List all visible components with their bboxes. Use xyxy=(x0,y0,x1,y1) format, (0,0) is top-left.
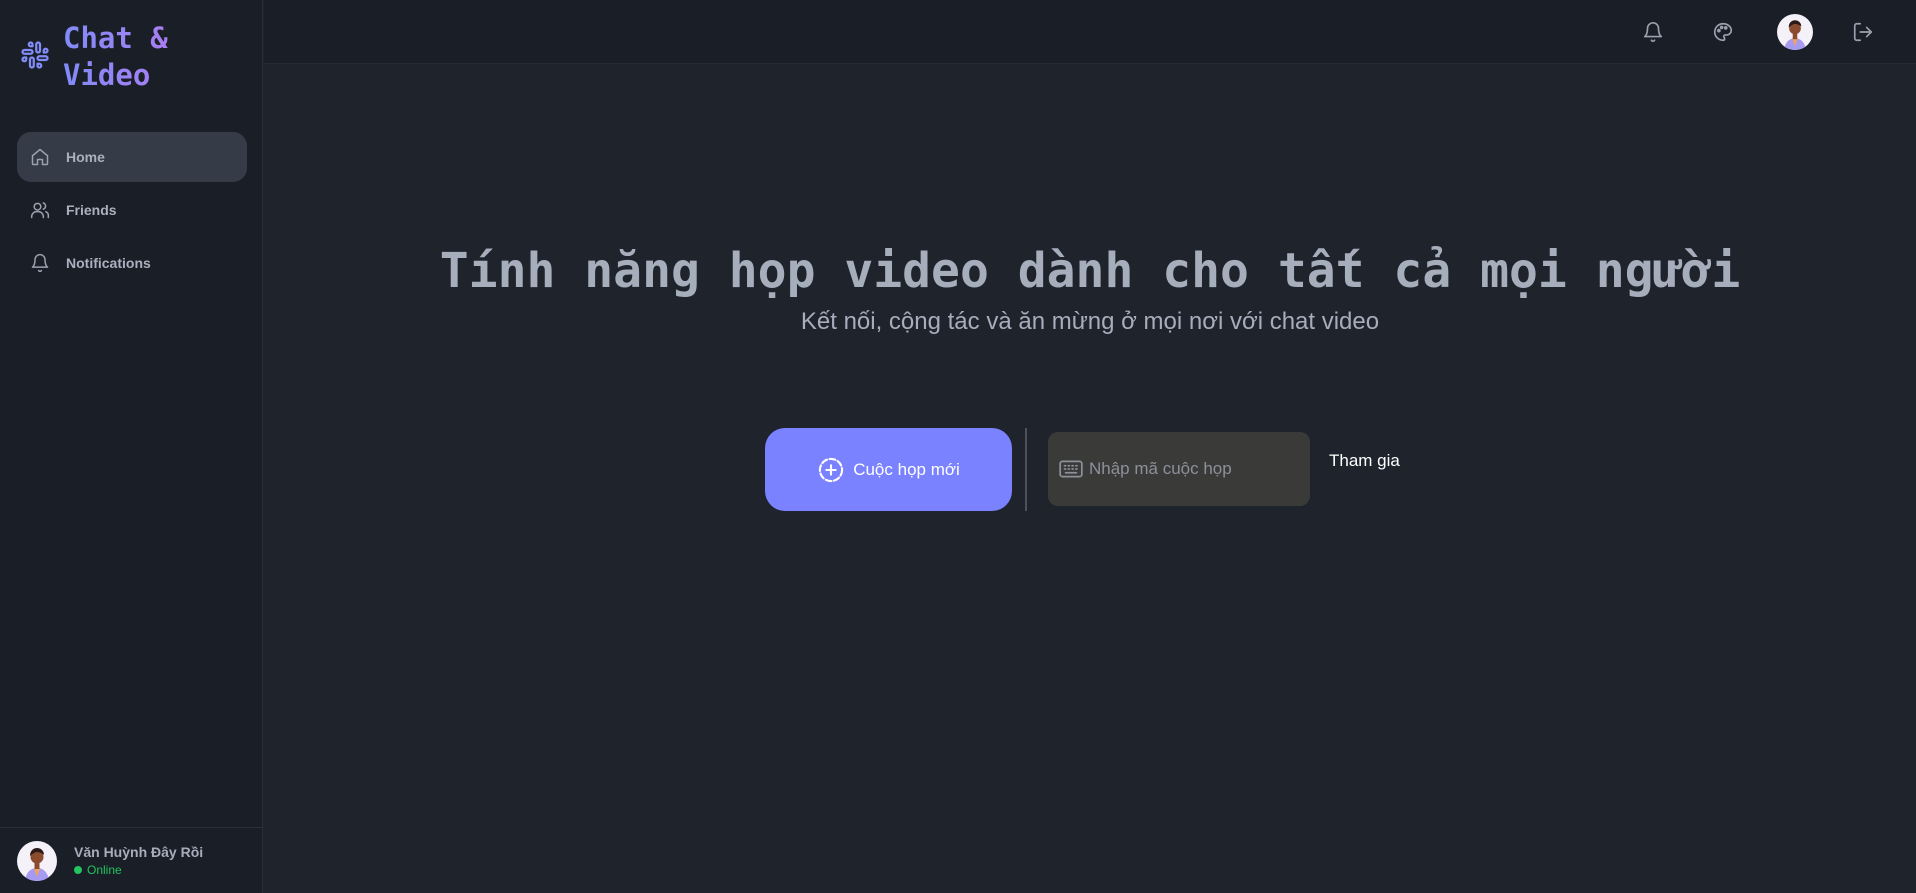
brand[interactable]: Chat & Video xyxy=(20,20,203,94)
bell-icon xyxy=(1643,22,1663,43)
add-circle-icon xyxy=(819,457,844,482)
page-subtitle: Kết nối, cộng tác và ăn mừng ở mọi nơi v… xyxy=(800,308,1380,335)
slack-hash-icon xyxy=(21,41,49,69)
users-icon xyxy=(30,202,50,219)
avatar xyxy=(17,840,57,881)
page-title: Tính năng họp video dành cho tất cả mọi … xyxy=(439,243,1741,299)
sidebar-item-label: Notifications xyxy=(66,255,151,271)
sidebar-item-friends[interactable]: Friends xyxy=(17,185,247,235)
logout-icon xyxy=(1853,22,1873,42)
avatar[interactable] xyxy=(1777,14,1813,50)
meeting-code-field[interactable] xyxy=(1048,432,1310,506)
sidebar-item-notifications[interactable]: Notifications xyxy=(17,238,247,288)
bell-icon xyxy=(31,253,49,273)
join-button[interactable]: Tham gia xyxy=(1329,451,1400,471)
notifications-button[interactable] xyxy=(1635,14,1671,50)
sidebar-nav: Home Friends Notifications xyxy=(17,132,247,291)
keyboard-icon xyxy=(1059,460,1083,478)
sidebar-item-label: Friends xyxy=(66,202,117,218)
status-text: Online xyxy=(87,863,122,877)
sidebar-item-label: Home xyxy=(66,149,105,165)
sidebar-item-home[interactable]: Home xyxy=(17,132,247,182)
sidebar: Chat & Video Home Friends Notifications xyxy=(0,0,263,893)
logout-button[interactable] xyxy=(1845,14,1881,50)
new-meeting-label: Cuộc họp mới xyxy=(853,459,960,479)
home-icon xyxy=(31,148,49,166)
profile-name: Văn Huỳnh Đây Rồi xyxy=(74,844,204,860)
main-content: Tính năng họp video dành cho tất cả mọi … xyxy=(264,65,1916,893)
profile-info: Văn Huỳnh Đây Rồi Online xyxy=(74,844,203,877)
theme-button[interactable] xyxy=(1705,14,1741,50)
divider xyxy=(1025,428,1027,511)
app-title: Chat & Video xyxy=(63,20,203,94)
online-dot-icon xyxy=(74,866,82,874)
palette-icon xyxy=(1714,22,1733,42)
new-meeting-button[interactable]: Cuộc họp mới xyxy=(765,428,1012,511)
status-badge: Online xyxy=(74,863,203,877)
user-profile[interactable]: Văn Huỳnh Đây Rồi Online xyxy=(0,827,263,893)
meeting-code-input[interactable] xyxy=(1089,459,1299,479)
